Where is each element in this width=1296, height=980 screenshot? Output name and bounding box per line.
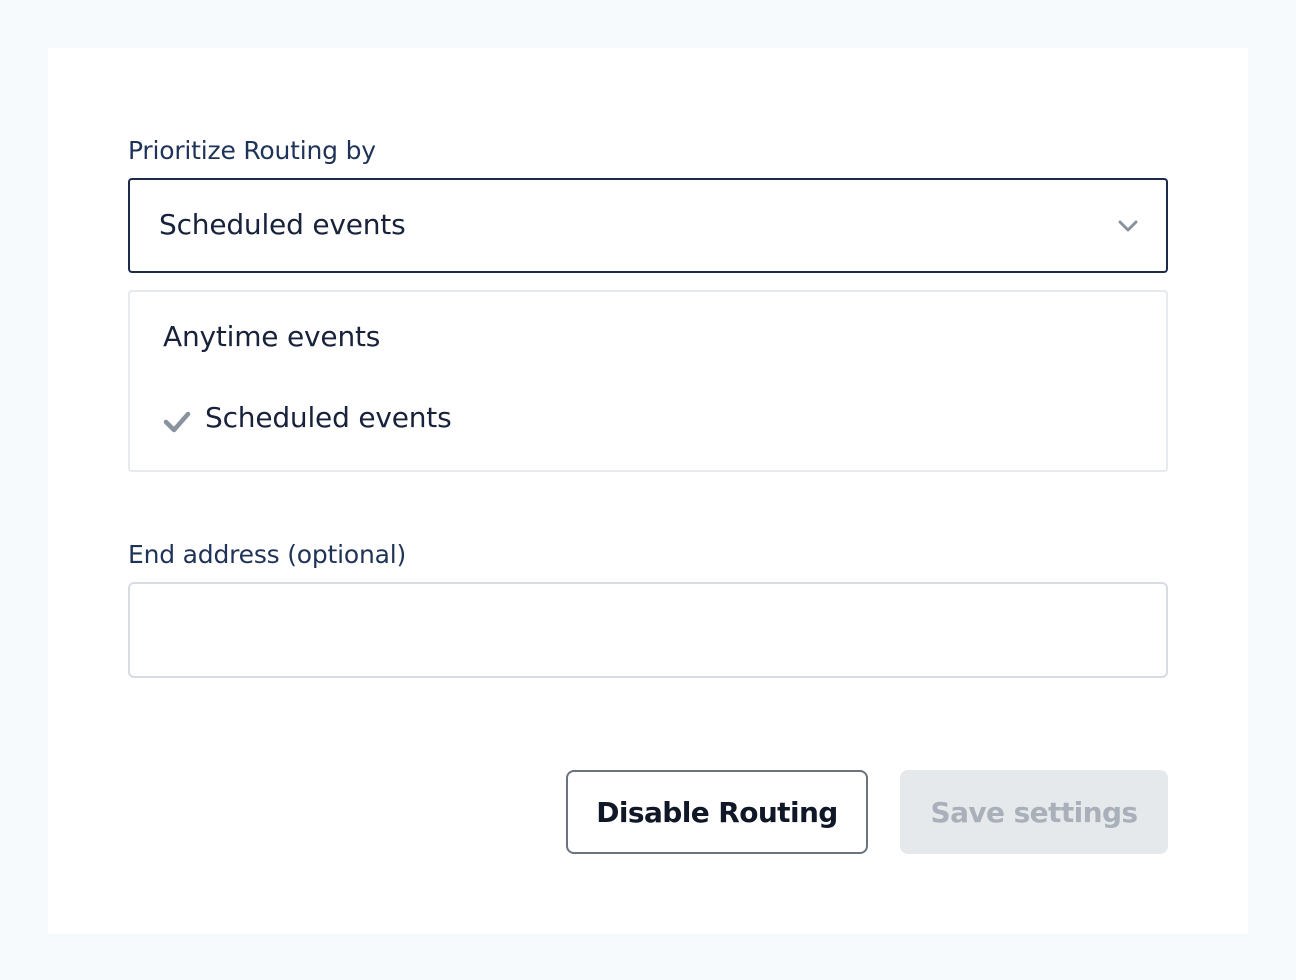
disable-routing-button[interactable]: Disable Routing bbox=[566, 770, 868, 854]
option-label: Scheduled events bbox=[205, 401, 452, 434]
chevron-down-icon bbox=[1118, 220, 1138, 232]
prioritize-routing-label: Prioritize Routing by bbox=[128, 136, 376, 165]
option-anytime-events[interactable]: Anytime events bbox=[130, 310, 1166, 370]
option-label: Anytime events bbox=[163, 320, 381, 353]
check-icon bbox=[163, 411, 191, 433]
routing-settings-card: Prioritize Routing by Scheduled events A… bbox=[48, 48, 1248, 934]
end-address-label: End address (optional) bbox=[128, 540, 407, 569]
option-scheduled-events[interactable]: Scheduled events bbox=[130, 391, 1166, 451]
save-settings-button[interactable]: Save settings bbox=[900, 770, 1168, 854]
prioritize-routing-select[interactable]: Scheduled events bbox=[128, 178, 1168, 273]
end-address-input[interactable] bbox=[128, 582, 1168, 678]
prioritize-routing-options-list: Anytime events Scheduled events bbox=[128, 290, 1168, 472]
select-current-value: Scheduled events bbox=[159, 208, 406, 241]
